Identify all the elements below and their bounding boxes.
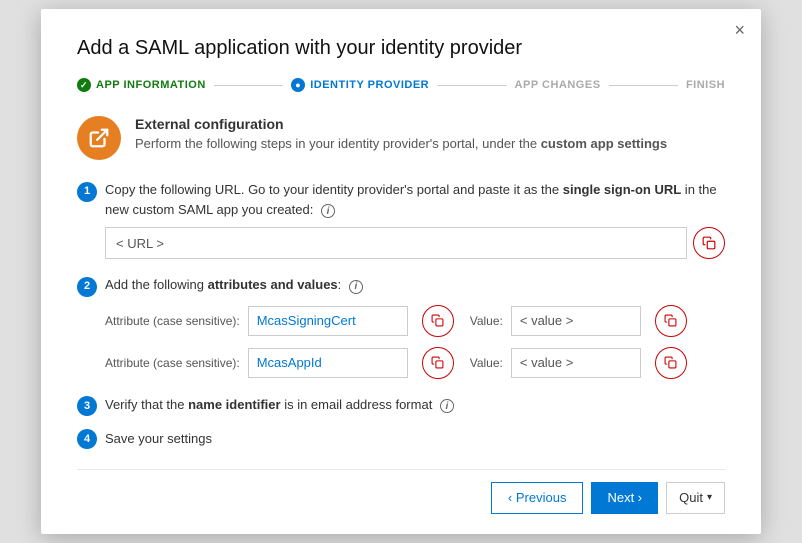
- step-app-changes-label: APP CHANGES: [515, 79, 601, 91]
- step-row-2: 2 Add the following attributes and value…: [77, 275, 725, 378]
- copy-attr-1-button[interactable]: [422, 305, 454, 337]
- step-identity-provider: ● IDENTITY PROVIDER: [291, 78, 429, 92]
- section-title: External configuration: [135, 116, 667, 132]
- step1-text: Copy the following URL. Go to your ident…: [105, 180, 725, 219]
- step-identity-label: IDENTITY PROVIDER: [310, 79, 429, 91]
- attr-row-1: Attribute (case sensitive): Value:: [105, 305, 725, 337]
- step-finish-label: FINISH: [686, 79, 725, 91]
- step4-num: 4: [77, 429, 97, 449]
- step-app-changes: APP CHANGES: [515, 79, 601, 91]
- attr-input-2[interactable]: [248, 348, 408, 378]
- active-dot-icon: ●: [291, 78, 305, 92]
- step-row-4: 4 Save your settings: [77, 428, 725, 449]
- info-icon-2[interactable]: i: [349, 280, 363, 294]
- copy-url-button[interactable]: [693, 227, 725, 259]
- step-finish: FINISH: [686, 79, 725, 91]
- section-desc: Perform the following steps in your iden…: [135, 135, 667, 153]
- step1-label: 1 Copy the following URL. Go to your ide…: [77, 180, 725, 219]
- step3-text: Verify that the name identifier is in em…: [105, 397, 725, 414]
- step-row-3: 3 Verify that the name identifier is in …: [77, 395, 725, 416]
- attr-label-1: Attribute (case sensitive):: [105, 314, 240, 328]
- step2-num: 2: [77, 277, 97, 297]
- val-label-1: Value:: [470, 314, 503, 328]
- step2-text: Add the following attributes and values:…: [105, 275, 725, 295]
- step4-text: Save your settings: [105, 431, 725, 446]
- copy-attr-2-button[interactable]: [422, 347, 454, 379]
- info-icon-1[interactable]: i: [321, 204, 335, 218]
- val-label-2: Value:: [470, 356, 503, 370]
- modal-title: Add a SAML application with your identit…: [77, 37, 725, 60]
- quit-button[interactable]: Quit ▾: [666, 482, 725, 514]
- attr-row-2: Attribute (case sensitive): Value:: [105, 347, 725, 379]
- step-connector-2: [437, 85, 506, 86]
- step-connector-1: [214, 85, 283, 86]
- external-config-icon: [77, 116, 121, 160]
- previous-button[interactable]: ‹ Previous: [491, 482, 584, 514]
- section-header: External configuration Perform the follo…: [77, 116, 725, 160]
- attr-label-2: Attribute (case sensitive):: [105, 356, 240, 370]
- step-connector-3: [609, 85, 678, 86]
- quit-chevron-icon: ▾: [707, 492, 712, 503]
- step-app-information: ✓ APP INFORMATION: [77, 78, 206, 92]
- modal-footer: ‹ Previous Next › Quit ▾: [77, 469, 725, 514]
- attr-rows: Attribute (case sensitive): Value:: [105, 305, 725, 379]
- steps-bar: ✓ APP INFORMATION ● IDENTITY PROVIDER AP…: [77, 78, 725, 92]
- modal-container: × Add a SAML application with your ident…: [41, 9, 761, 533]
- url-input[interactable]: [105, 227, 687, 259]
- copy-val-2-button[interactable]: [655, 347, 687, 379]
- check-icon: ✓: [77, 78, 91, 92]
- next-button[interactable]: Next ›: [591, 482, 658, 514]
- copy-val-1-button[interactable]: [655, 305, 687, 337]
- step2-label: 2 Add the following attributes and value…: [77, 275, 725, 296]
- step1-num: 1: [77, 182, 97, 202]
- step-app-info-label: APP INFORMATION: [96, 79, 206, 91]
- val-input-1[interactable]: [511, 306, 641, 336]
- step-row-1: 1 Copy the following URL. Go to your ide…: [77, 180, 725, 259]
- attr-input-1[interactable]: [248, 306, 408, 336]
- step3-num: 3: [77, 396, 97, 416]
- close-button[interactable]: ×: [734, 21, 745, 39]
- info-icon-3[interactable]: i: [440, 399, 454, 413]
- url-field-wrap: [105, 227, 725, 259]
- val-input-2[interactable]: [511, 348, 641, 378]
- section-text: External configuration Perform the follo…: [135, 116, 667, 153]
